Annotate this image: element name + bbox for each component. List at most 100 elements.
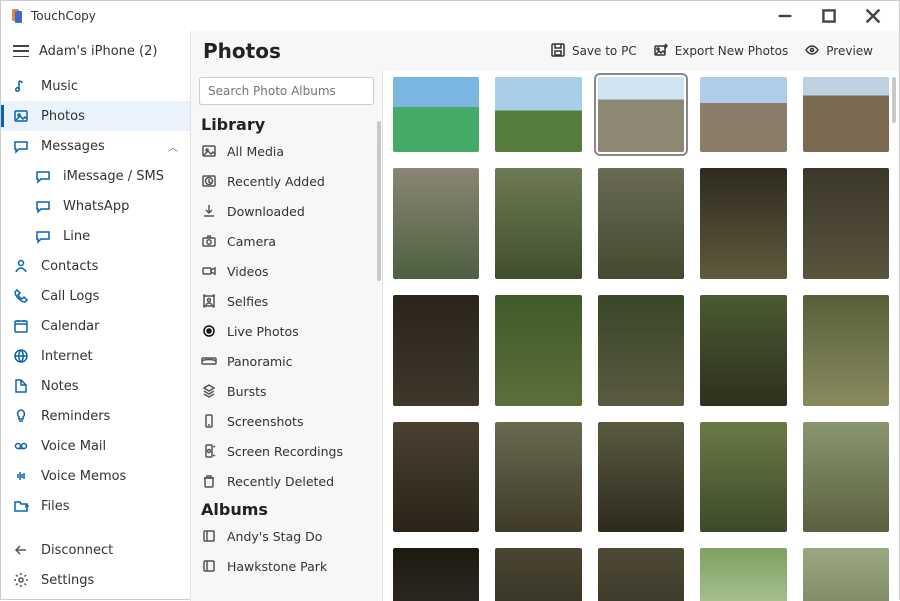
live-icon xyxy=(201,323,217,339)
photo-thumbnail[interactable] xyxy=(700,168,786,279)
library-item-live[interactable]: Live Photos xyxy=(191,316,382,346)
window-minimize-button[interactable] xyxy=(763,1,807,31)
left-sidebar: Adam's iPhone (2) Music Photos Messages … xyxy=(1,31,191,601)
library-item-downloaded[interactable]: Downloaded xyxy=(191,196,382,226)
nav-calendar[interactable]: Calendar xyxy=(1,311,190,341)
nav-imessage[interactable]: iMessage / SMS xyxy=(1,161,190,191)
nav-label: WhatsApp xyxy=(63,199,129,214)
nav-reminders[interactable]: Reminders xyxy=(1,401,190,431)
library-item-label: Recently Deleted xyxy=(227,474,334,489)
photo-thumbnail[interactable] xyxy=(598,295,684,406)
photo-thumbnail[interactable] xyxy=(495,295,581,406)
library-item-panoramic[interactable]: Panoramic xyxy=(191,346,382,376)
nav-internet[interactable]: Internet xyxy=(1,341,190,371)
photo-thumbnail[interactable] xyxy=(393,77,479,152)
photo-thumbnail[interactable] xyxy=(803,168,889,279)
photo-thumbnail[interactable] xyxy=(803,422,889,533)
album-item[interactable]: Andy's Stag Do xyxy=(191,521,382,551)
eye-icon xyxy=(804,42,820,61)
nav-voicemail[interactable]: Voice Mail xyxy=(1,431,190,461)
export-new-photos-button[interactable]: Export New Photos xyxy=(645,38,797,65)
photo-thumbnail[interactable] xyxy=(495,77,581,152)
nav-label: iMessage / SMS xyxy=(63,169,164,184)
library-item-camera[interactable]: Camera xyxy=(191,226,382,256)
page-header: Photos Save to PC Export New Photos Prev… xyxy=(191,31,899,71)
photo-thumbnail[interactable] xyxy=(393,168,479,279)
library-item-allmedia[interactable]: All Media xyxy=(191,136,382,166)
photo-thumbnail[interactable] xyxy=(598,422,684,533)
nav-label: Notes xyxy=(41,379,79,394)
photo-thumbnail[interactable] xyxy=(495,168,581,279)
photo-thumbnail[interactable] xyxy=(495,548,581,601)
photo-thumbnail[interactable] xyxy=(700,77,786,152)
photo-thumbnail[interactable] xyxy=(598,548,684,601)
save-icon xyxy=(550,42,566,61)
nav-notes[interactable]: Notes xyxy=(1,371,190,401)
save-to-pc-button[interactable]: Save to PC xyxy=(542,38,645,65)
photo-thumbnail[interactable] xyxy=(393,548,479,601)
library-item-bursts[interactable]: Bursts xyxy=(191,376,382,406)
library-item-selfies[interactable]: Selfies xyxy=(191,286,382,316)
nav-label: Disconnect xyxy=(41,543,113,558)
nav-label: Reminders xyxy=(41,409,110,424)
nav-settings[interactable]: Settings xyxy=(1,565,190,595)
nav-label: Settings xyxy=(41,573,94,588)
image-icon xyxy=(201,143,217,159)
nav-whatsapp[interactable]: WhatsApp xyxy=(1,191,190,221)
search-input[interactable] xyxy=(199,77,374,105)
photo-thumbnail[interactable] xyxy=(700,295,786,406)
nav-label: Files xyxy=(41,499,70,514)
library-item-label: Screen Recordings xyxy=(227,444,343,459)
photo-thumbnail[interactable] xyxy=(803,77,889,152)
library-item-label: Videos xyxy=(227,264,269,279)
library-item-recent[interactable]: Recently Added xyxy=(191,166,382,196)
photo-thumbnail[interactable] xyxy=(803,548,889,601)
photo-thumbnail[interactable] xyxy=(700,548,786,601)
folder-out-icon xyxy=(13,498,29,514)
grid-scrollbar[interactable] xyxy=(892,77,896,123)
window-close-button[interactable] xyxy=(851,1,895,31)
search-container xyxy=(199,77,374,105)
photo-thumbnail[interactable] xyxy=(393,422,479,533)
nav-calllogs[interactable]: Call Logs xyxy=(1,281,190,311)
photo-thumbnail[interactable] xyxy=(598,77,684,152)
nav-messages[interactable]: Messages ︿ xyxy=(1,131,190,161)
trash-icon xyxy=(201,473,217,489)
video-icon xyxy=(201,263,217,279)
nav-disconnect[interactable]: Disconnect xyxy=(1,535,190,565)
nav-voicememos[interactable]: Voice Memos xyxy=(1,461,190,491)
hamburger-icon[interactable] xyxy=(13,45,29,57)
nav-label: Internet xyxy=(41,349,93,364)
music-note-icon xyxy=(13,78,29,94)
nav-label: Messages xyxy=(41,139,105,154)
album-scrollbar[interactable] xyxy=(377,121,381,281)
library-item-videos[interactable]: Videos xyxy=(191,256,382,286)
album-icon xyxy=(201,528,217,544)
nav-music[interactable]: Music xyxy=(1,71,190,101)
photo-thumbnail[interactable] xyxy=(598,168,684,279)
bursts-icon xyxy=(201,383,217,399)
photo-thumbnail[interactable] xyxy=(700,422,786,533)
phone-icon xyxy=(13,288,29,304)
library-item-screenshots[interactable]: Screenshots xyxy=(191,406,382,436)
app-icon xyxy=(9,8,25,24)
album-item[interactable]: Hawkstone Park xyxy=(191,551,382,581)
library-item-recdeleted[interactable]: Recently Deleted xyxy=(191,466,382,496)
photo-thumbnail[interactable] xyxy=(803,295,889,406)
nav-line[interactable]: Line xyxy=(1,221,190,251)
photo-thumbnail[interactable] xyxy=(495,422,581,533)
nav-label: Photos xyxy=(41,109,85,124)
library-item-label: All Media xyxy=(227,144,284,159)
nav-photos[interactable]: Photos xyxy=(1,101,190,131)
window-maximize-button[interactable] xyxy=(807,1,851,31)
nav-contacts[interactable]: Contacts xyxy=(1,251,190,281)
voicemail-icon xyxy=(13,438,29,454)
preview-button[interactable]: Preview xyxy=(796,38,881,65)
window-titlebar: TouchCopy xyxy=(1,1,899,31)
selfie-icon xyxy=(201,293,217,309)
photo-thumbnail[interactable] xyxy=(393,295,479,406)
arrow-left-icon xyxy=(13,542,29,558)
library-item-screenrec[interactable]: Screen Recordings xyxy=(191,436,382,466)
nav-files[interactable]: Files xyxy=(1,491,190,521)
nav-label: Voice Memos xyxy=(41,469,126,484)
